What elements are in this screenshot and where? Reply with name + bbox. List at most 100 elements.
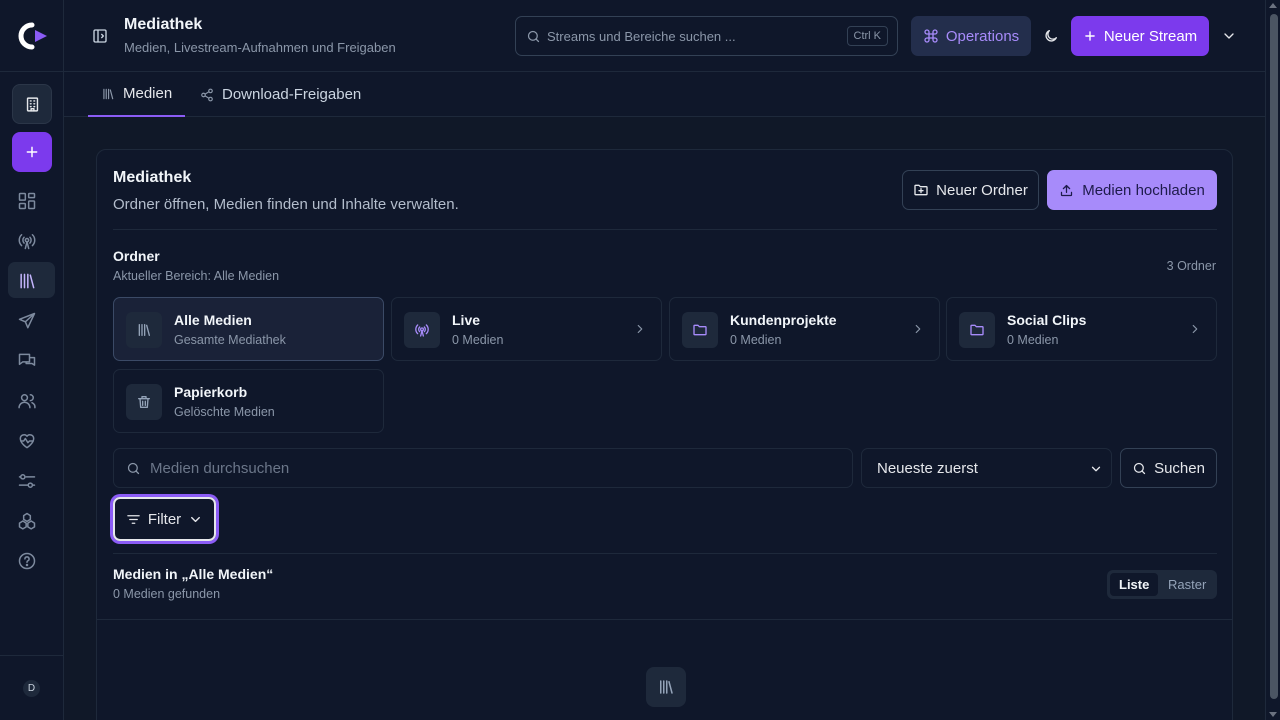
filter-button-label: Filter: [147, 510, 182, 528]
folder-alle-medien[interactable]: Alle Medien Gesamte Mediathek: [113, 297, 384, 361]
search-button-label: Suchen: [1154, 459, 1205, 477]
media-count: 0 Medien gefunden: [113, 587, 221, 601]
sort-select-value: Neueste zuerst: [877, 460, 978, 477]
new-folder-button[interactable]: Neuer Ordner: [902, 170, 1039, 210]
library-icon: [660, 680, 673, 694]
organization-button[interactable]: [12, 84, 52, 124]
trash-icon: [138, 396, 150, 408]
chevron-right-icon: [1192, 324, 1198, 334]
operations-button[interactable]: Operations: [911, 16, 1031, 56]
scroll-up-arrow-icon[interactable]: [1269, 3, 1277, 8]
sidebar-item-integrations[interactable]: [17, 511, 37, 531]
search-icon: [527, 30, 540, 43]
tab-bar: Medien Download-Freigaben: [64, 72, 1265, 117]
folder-icon-box: [682, 312, 718, 348]
library-icon: [138, 324, 150, 336]
global-search-placeholder: Streams und Bereiche suchen ...: [547, 29, 736, 44]
folder-count: 3 Ordner: [1166, 259, 1216, 273]
folder-icon-box: [126, 384, 162, 420]
sidebar-item-send[interactable]: [17, 311, 37, 331]
broadcast-icon: [415, 324, 429, 337]
tab-medien[interactable]: Medien: [88, 72, 186, 117]
users-icon: [18, 394, 36, 409]
theme-toggle-button[interactable]: [1043, 28, 1059, 44]
account-menu-button[interactable]: [1221, 28, 1237, 44]
folder-name: Papierkorb: [174, 384, 248, 400]
scroll-down-arrow-icon[interactable]: [1269, 712, 1277, 717]
chevron-down-icon: [1224, 33, 1234, 39]
upload-icon: [1061, 184, 1073, 196]
folder-meta: 0 Medien: [1007, 333, 1059, 347]
folder-kundenprojekte[interactable]: Kundenprojekte 0 Medien: [669, 297, 940, 361]
view-grid-button[interactable]: Raster: [1159, 573, 1215, 596]
folder-plus-icon: [914, 184, 928, 196]
search-shortcut-badge: Ctrl K: [846, 26, 888, 46]
sidebar-item-users[interactable]: [17, 391, 37, 411]
empty-state-icon: [646, 667, 686, 707]
sort-select[interactable]: Neueste zuerst: [861, 448, 1112, 488]
upload-media-button[interactable]: Medien hochladen: [1047, 170, 1217, 210]
page-subtitle: Medien, Livestream-Aufnahmen und Freigab…: [124, 40, 396, 55]
create-button[interactable]: [12, 132, 52, 172]
moon-icon: [1045, 30, 1057, 42]
sidebar-toggle-button[interactable]: [92, 28, 108, 44]
panel-toggle-icon: [93, 29, 107, 43]
chevron-right-icon: [637, 324, 643, 334]
view-list-button[interactable]: Liste: [1110, 573, 1159, 596]
share-icon: [201, 88, 213, 101]
sidebar-item-chat[interactable]: [17, 351, 37, 371]
folder-social-clips[interactable]: Social Clips 0 Medien: [946, 297, 1217, 361]
filter-icon: [127, 514, 140, 524]
building-icon: [26, 96, 38, 112]
folder-icon-box: [126, 312, 162, 348]
search-icon: [127, 462, 140, 475]
folder-name: Alle Medien: [174, 312, 252, 328]
sidebar-item-health[interactable]: [17, 431, 37, 451]
chat-icon: [18, 353, 36, 366]
folder-icon-box: [959, 312, 995, 348]
sidebar-item-live[interactable]: [17, 231, 37, 251]
new-stream-button[interactable]: Neuer Stream: [1071, 16, 1209, 56]
integrations-icon: [18, 512, 36, 530]
chevron-right-icon: [915, 324, 921, 334]
sidebar-item-dashboard[interactable]: [17, 191, 37, 211]
avatar[interactable]: D: [23, 680, 40, 697]
send-icon: [18, 312, 36, 329]
folder-meta: Gelöschte Medien: [174, 405, 275, 419]
sidebar-item-mediathek[interactable]: [17, 271, 37, 291]
folder-icon: [693, 324, 707, 336]
search-button[interactable]: Suchen: [1120, 448, 1217, 488]
help-icon: [18, 552, 36, 570]
sliders-icon: [18, 474, 36, 488]
new-folder-label: Neuer Ordner: [936, 181, 1028, 199]
mediathek-card: Mediathek Ordner öffnen, Medien finden u…: [96, 149, 1233, 720]
page-scrollbar[interactable]: [1265, 0, 1280, 720]
global-search-input[interactable]: Streams und Bereiche suchen ... Ctrl K: [515, 16, 898, 56]
view-toggle: Liste Raster: [1107, 570, 1217, 599]
filter-button[interactable]: Filter: [113, 497, 216, 541]
sidebar-item-settings[interactable]: [17, 471, 37, 491]
tab-label: Medien: [123, 85, 173, 102]
card-title: Mediathek: [113, 169, 192, 186]
top-header: Mediathek Medien, Livestream-Aufnahmen u…: [64, 0, 1265, 72]
new-stream-label: Neuer Stream: [1103, 27, 1198, 45]
folder-meta: 0 Medien: [452, 333, 504, 347]
folders-section-subtitle: Aktueller Bereich: Alle Medien: [113, 269, 280, 283]
upload-media-label: Medien hochladen: [1082, 181, 1205, 199]
sidebar-item-help[interactable]: [17, 551, 37, 571]
folder-live[interactable]: Live 0 Medien: [391, 297, 662, 361]
broadcast-icon: [18, 234, 36, 250]
folders-section-title: Ordner: [113, 248, 160, 264]
command-icon: [924, 29, 938, 43]
app-logo[interactable]: [14, 20, 50, 52]
folder-name: Kundenprojekte: [730, 312, 837, 328]
folder-meta: 0 Medien: [730, 333, 782, 347]
sidebar-divider: [0, 655, 63, 656]
media-section-title: Medien in „Alle Medien“: [113, 566, 274, 582]
media-search-input[interactable]: Medien durchsuchen: [113, 448, 853, 488]
folder-papierkorb[interactable]: Papierkorb Gelöschte Medien: [113, 369, 384, 433]
tab-download-freigaben[interactable]: Download-Freigaben: [200, 72, 361, 117]
section-divider: [97, 619, 1232, 620]
media-search-placeholder: Medien durchsuchen: [150, 460, 290, 477]
scrollbar-thumb[interactable]: [1270, 14, 1278, 699]
